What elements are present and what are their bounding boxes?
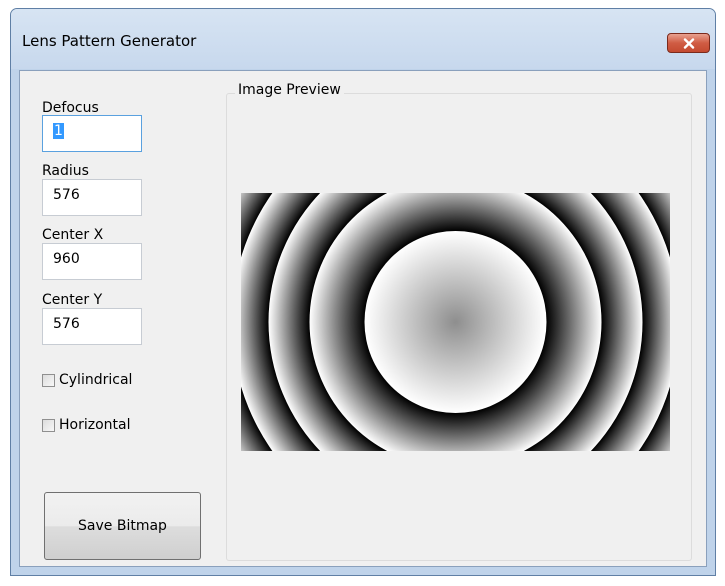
- image-preview-label: Image Preview: [235, 81, 344, 99]
- defocus-input[interactable]: 1: [42, 115, 142, 152]
- center-x-input[interactable]: 960: [42, 243, 142, 280]
- close-button[interactable]: [667, 33, 710, 53]
- save-bitmap-button[interactable]: Save Bitmap: [44, 492, 201, 560]
- center-y-input[interactable]: 576: [42, 308, 142, 345]
- cylindrical-checkbox[interactable]: [42, 373, 55, 387]
- cylindrical-option[interactable]: Cylindrical: [42, 371, 132, 389]
- window-title: Lens Pattern Generator: [22, 32, 197, 50]
- client-area: Defocus 1 Radius 576 Center X 960 Center…: [19, 70, 707, 567]
- defocus-label: Defocus: [42, 100, 99, 116]
- app-window: Lens Pattern Generator Defocus 1 Radius …: [10, 8, 716, 576]
- horizontal-label: Horizontal: [59, 417, 131, 433]
- defocus-value: 1: [53, 123, 64, 139]
- close-icon: [683, 37, 694, 49]
- lens-pattern-preview: [241, 193, 670, 451]
- horizontal-checkbox[interactable]: [42, 418, 55, 432]
- radius-label: Radius: [42, 163, 89, 179]
- title-bar[interactable]: Lens Pattern Generator: [11, 9, 715, 69]
- center-x-label: Center X: [42, 227, 104, 243]
- center-y-label: Center Y: [42, 292, 103, 308]
- cylindrical-label: Cylindrical: [59, 372, 133, 388]
- radius-input[interactable]: 576: [42, 179, 142, 216]
- horizontal-option[interactable]: Horizontal: [42, 416, 130, 434]
